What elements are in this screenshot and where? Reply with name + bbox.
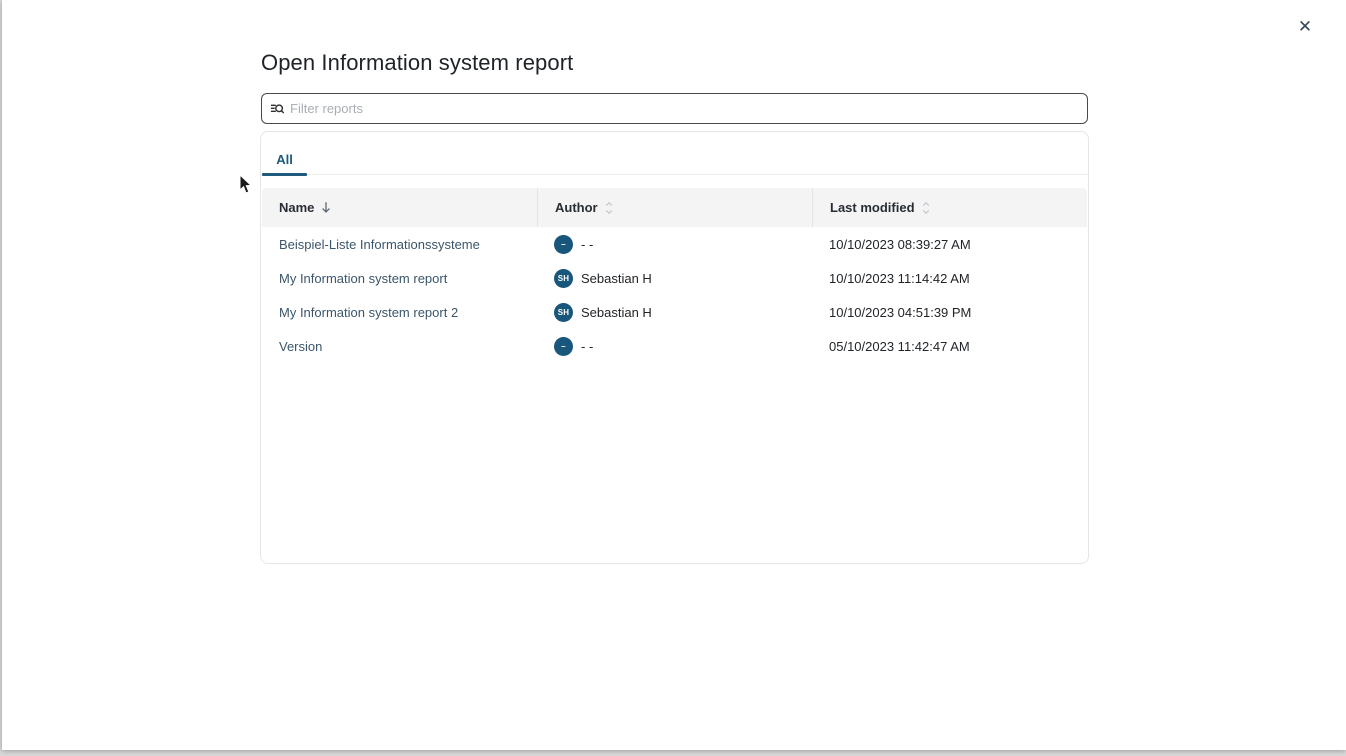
- column-header-last-modified-label: Last modified: [830, 200, 915, 215]
- author-name: - -: [581, 237, 593, 252]
- table-row[interactable]: Beispiel-Liste Informationssysteme – - -…: [262, 227, 1087, 261]
- column-header-name[interactable]: Name: [262, 188, 537, 227]
- reports-panel: All Name Author: [260, 131, 1089, 564]
- column-header-last-modified[interactable]: Last modified: [812, 188, 1087, 227]
- tab-bar: All: [261, 145, 1088, 175]
- avatar-initials: SH: [558, 308, 570, 317]
- avatar-initials: SH: [558, 274, 570, 283]
- tab-all-label: All: [276, 152, 293, 167]
- table-row[interactable]: My Information system report 2 SH Sebast…: [262, 295, 1087, 329]
- unsorted-carets-icon: [605, 201, 613, 215]
- author-avatar: –: [554, 337, 573, 356]
- avatar-initials: –: [561, 342, 566, 351]
- author-avatar: SH: [554, 303, 573, 322]
- unsorted-carets-icon: [922, 201, 930, 215]
- column-header-author[interactable]: Author: [537, 188, 812, 227]
- mouse-cursor-icon: [238, 174, 253, 195]
- last-modified: 05/10/2023 11:42:47 AM: [812, 339, 1087, 354]
- avatar-initials: –: [561, 240, 566, 249]
- author-name: Sebastian H: [581, 305, 652, 320]
- author-name: Sebastian H: [581, 271, 652, 286]
- author-avatar: SH: [554, 269, 573, 288]
- active-tab-indicator: [262, 173, 307, 176]
- filter-search-icon: [270, 101, 285, 116]
- table-row[interactable]: My Information system report SH Sebastia…: [262, 261, 1087, 295]
- column-header-author-label: Author: [555, 200, 598, 215]
- report-name-link[interactable]: Version: [279, 339, 322, 354]
- table-header: Name Author Last modified: [262, 188, 1087, 227]
- last-modified: 10/10/2023 11:14:42 AM: [812, 271, 1087, 286]
- table-row[interactable]: Version – - - 05/10/2023 11:42:47 AM: [262, 329, 1087, 363]
- report-name-link[interactable]: Beispiel-Liste Informationssysteme: [279, 237, 480, 252]
- open-report-dialog: ✕ Open Information system report All Nam…: [2, 0, 1346, 750]
- last-modified: 10/10/2023 04:51:39 PM: [812, 305, 1087, 320]
- report-name-link[interactable]: My Information system report 2: [279, 305, 458, 320]
- author-avatar: –: [554, 235, 573, 254]
- column-header-name-label: Name: [279, 200, 314, 215]
- filter-input-wrapper: [261, 93, 1088, 124]
- author-name: - -: [581, 339, 593, 354]
- table-body: Beispiel-Liste Informationssysteme – - -…: [262, 227, 1087, 363]
- sort-descending-icon: [321, 201, 331, 214]
- reports-table: Name Author Last modified: [261, 175, 1088, 363]
- page-title: Open Information system report: [261, 50, 573, 76]
- tab-all[interactable]: All: [262, 145, 307, 174]
- close-icon[interactable]: ✕: [1292, 14, 1318, 40]
- report-name-link[interactable]: My Information system report: [279, 271, 447, 286]
- filter-reports-input[interactable]: [290, 101, 1077, 116]
- last-modified: 10/10/2023 08:39:27 AM: [812, 237, 1087, 252]
